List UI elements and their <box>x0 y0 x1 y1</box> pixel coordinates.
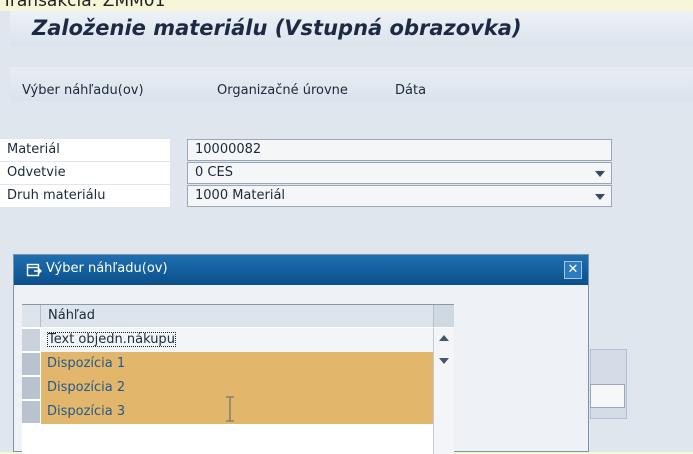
table-row[interactable]: Text objedn.nákupu <box>22 328 433 352</box>
transaction-caption: Transakcia: ZMM01 <box>0 0 693 11</box>
table-cell[interactable]: Dispozícia 3 <box>41 400 433 424</box>
material-type-select[interactable]: 1000 Materiál <box>187 185 612 207</box>
row-selector[interactable] <box>22 401 40 423</box>
close-icon[interactable]: ✕ <box>564 261 582 279</box>
material-type-label: Druh materiálu <box>0 185 170 207</box>
industry-select[interactable]: 0 CES <box>187 162 612 184</box>
table-cell[interactable]: Dispozícia 2 <box>41 376 433 400</box>
table-row[interactable]: Dispozícia 1 <box>22 352 433 376</box>
table-cell[interactable]: Dispozícia 1 <box>41 352 433 376</box>
industry-value: 0 CES <box>195 165 233 180</box>
chevron-down-icon[interactable] <box>595 171 605 177</box>
text-cursor-icon <box>226 396 234 422</box>
row-label: Text objedn.nákupu <box>47 332 176 347</box>
row-selector[interactable] <box>22 329 40 351</box>
row-selector[interactable] <box>22 353 40 375</box>
scroll-down-icon[interactable] <box>439 358 449 364</box>
column-header-view[interactable]: Náhľad <box>41 305 433 327</box>
scroll-up-icon[interactable] <box>439 335 449 341</box>
chevron-down-icon[interactable] <box>595 194 605 200</box>
material-value: 10000082 <box>195 142 262 157</box>
vertical-scrollbar[interactable] <box>433 328 454 454</box>
dialog-title: Výber náhľadu(ov) <box>46 261 168 276</box>
material-input[interactable]: 10000082 <box>187 139 612 161</box>
dialog-window-icon <box>26 263 42 277</box>
background-input[interactable] <box>590 384 625 408</box>
dialog-titlebar[interactable]: Výber náhľadu(ov) ✕ <box>14 255 588 285</box>
menu-org-levels[interactable]: Organizačné úrovne <box>217 83 348 98</box>
views-table: Náhľad Text objedn.nákupu Dispozícia 1 D… <box>22 304 454 454</box>
table-settings-corner[interactable] <box>433 305 454 327</box>
field-row-industry: Odvetvie 0 CES <box>0 162 683 184</box>
page-title: Založenie materiálu (Vstupná obrazovka) <box>32 16 522 40</box>
industry-label: Odvetvie <box>0 162 170 184</box>
material-label: Materiál <box>0 139 170 161</box>
material-type-value: 1000 Materiál <box>195 188 286 203</box>
menu-data[interactable]: Dáta <box>395 83 426 98</box>
field-row-material: Materiál 10000082 <box>0 139 683 161</box>
table-cell[interactable]: Text objedn.nákupu <box>41 328 433 352</box>
row-selector[interactable] <box>22 377 40 399</box>
field-row-material-type: Druh materiálu 1000 Materiál <box>0 185 683 207</box>
select-views-dialog: Výber náhľadu(ov) ✕ Náhľad Text objedn.n… <box>13 254 589 454</box>
title-area: Založenie materiálu (Vstupná obrazovka) <box>10 11 693 46</box>
menu-select-views[interactable]: Výber náhľadu(ov) <box>22 83 144 98</box>
select-all-cell[interactable] <box>22 305 41 327</box>
